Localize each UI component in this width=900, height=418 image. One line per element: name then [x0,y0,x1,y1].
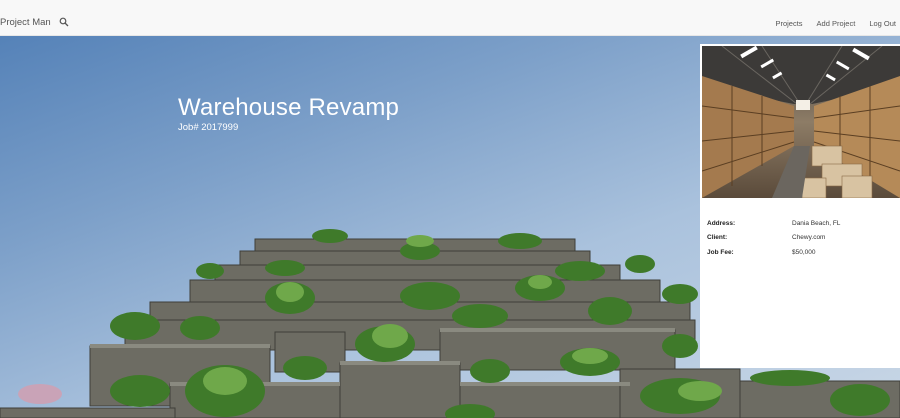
detail-label: Client: [707,234,728,242]
detail-value: $50,000 [792,248,816,256]
brand-link[interactable]: Project Man [0,0,51,36]
project-details: Address: Dania Beach, FL Client: Chewy.c… [707,216,897,260]
detail-row-address: Address: Dania Beach, FL [707,216,897,231]
warehouse-photo [702,46,900,198]
nav-link-projects[interactable]: Projects [775,19,802,28]
search-icon[interactable] [59,17,69,27]
detail-label: Address: [707,219,736,227]
nav-link-add-project[interactable]: Add Project [817,19,856,28]
detail-row-client: Client: Chewy.com [707,231,897,246]
top-navbar: Project Man Projects Add Project Log Out [0,0,900,36]
detail-row-job-fee: Job Fee: $50,000 [707,245,897,260]
nav-links: Projects Add Project Log Out [761,0,896,36]
detail-value: Chewy.com [792,234,826,242]
project-info-card: Address: Dania Beach, FL Client: Chewy.c… [700,44,900,368]
project-heading: Warehouse Revamp Job# 2017999 [178,94,399,134]
detail-label: Job Fee: [707,248,734,256]
detail-value: Dania Beach, FL [792,219,841,227]
nav-link-log-out[interactable]: Log Out [869,19,896,28]
job-number: Job# 2017999 [178,122,239,133]
project-title: Warehouse Revamp [178,94,400,121]
